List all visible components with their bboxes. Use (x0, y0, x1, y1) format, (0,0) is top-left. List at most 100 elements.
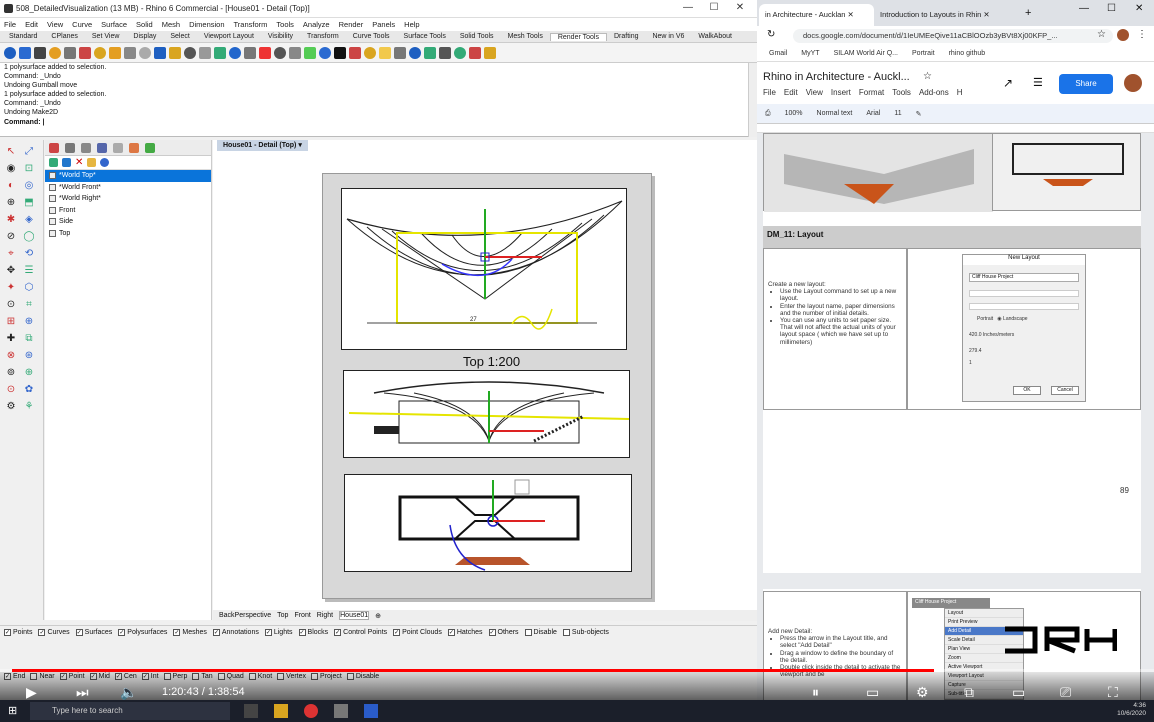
browser-tab-gdoc[interactable]: in Architecture - Aucklan ✕ (759, 4, 874, 26)
miniplayer-icon[interactable]: ⧉ (964, 684, 974, 701)
filter-curves[interactable]: ✓ Curves (38, 628, 70, 636)
command-scrollbar[interactable] (748, 63, 757, 137)
viewport-title-tab[interactable]: House01 - Detail (Top) ▾ (217, 140, 308, 151)
named-view-item[interactable]: Side (45, 216, 211, 228)
tab-set-view[interactable]: Set View (85, 33, 127, 40)
render-tool-icon[interactable] (94, 46, 106, 59)
star-icon[interactable]: ☆ (1097, 29, 1106, 40)
render-tool-icon[interactable] (319, 46, 331, 59)
help-tab-icon[interactable] (113, 142, 123, 153)
menu-icon[interactable]: ⋮ (1137, 29, 1147, 40)
tool-icon[interactable]: ⌗ (22, 299, 36, 311)
command-prompt[interactable]: Command: | (0, 118, 757, 127)
minimize-icon[interactable]: — (678, 2, 698, 16)
named-views-tab-icon[interactable] (97, 142, 107, 153)
checkbox[interactable]: ✓ (264, 628, 272, 636)
size-select[interactable]: 11 (894, 110, 901, 117)
gdoc-menu-item[interactable]: File (763, 88, 776, 97)
render-tool-icon[interactable] (469, 46, 481, 59)
gdoc-menu-item[interactable]: Tools (892, 88, 911, 97)
trend-icon[interactable]: ↗ (1003, 76, 1013, 90)
bookmark-item[interactable]: MyYT (801, 50, 819, 57)
render-tool-icon[interactable] (64, 46, 76, 59)
filter-hatches[interactable]: ✓ Hatches (447, 628, 483, 636)
gdoc-menu-item[interactable]: Edit (784, 88, 798, 97)
menu-item-solid[interactable]: Solid (136, 20, 153, 29)
detail-front-view[interactable] (343, 370, 630, 458)
menu-item-edit[interactable]: Edit (25, 20, 38, 29)
layers-tab-icon[interactable] (49, 142, 59, 153)
tab-visibility[interactable]: Visibility (261, 33, 300, 40)
materials-tab-icon[interactable] (129, 142, 139, 153)
filter-surfaces[interactable]: ✓ Surfaces (75, 628, 112, 636)
menu-item-tools[interactable]: Tools (276, 20, 294, 29)
print-icon[interactable]: ⎙ (765, 110, 771, 118)
render-tool-icon[interactable] (244, 46, 256, 59)
tab-walkabout[interactable]: WalkAbout (691, 33, 739, 40)
render-tool-icon[interactable] (34, 46, 46, 59)
gdoc-menu-item[interactable]: Insert (831, 88, 851, 97)
render-tool-icon[interactable] (49, 46, 61, 59)
task-view-icon[interactable] (244, 704, 258, 718)
tool-icon[interactable]: ⊘ (4, 231, 18, 243)
render-tool-icon[interactable] (364, 46, 376, 59)
checkbox[interactable]: ✓ (4, 628, 11, 636)
chrome-icon[interactable] (304, 704, 318, 718)
reload-icon[interactable]: ↻ (767, 29, 775, 40)
tab-viewport-layout[interactable]: Viewport Layout (197, 33, 261, 40)
tool-icon[interactable]: ✚ (4, 333, 18, 345)
render-tool-icon[interactable] (484, 46, 496, 59)
tool-icon[interactable]: ⊚ (4, 367, 18, 379)
render-tool-icon[interactable] (334, 46, 346, 59)
properties-tab-icon[interactable] (65, 142, 75, 153)
checkbox[interactable]: ✓ (118, 628, 126, 636)
tool-icon[interactable]: ⊙ (4, 299, 18, 311)
minimize-icon[interactable]: — (1079, 3, 1089, 14)
volume-icon[interactable]: 🔈 (120, 684, 137, 701)
tool-icon[interactable]: ⚘ (22, 401, 36, 413)
menu-item-curve[interactable]: Curve (72, 20, 92, 29)
bookmark-item[interactable]: Portrait (912, 50, 935, 57)
bookmark-item[interactable]: rhino github (949, 50, 986, 57)
close-icon[interactable]: ✕ (1135, 3, 1143, 14)
tool-icon[interactable]: ✿ (22, 384, 36, 396)
named-view-item[interactable]: Top (45, 228, 211, 240)
tool-icon[interactable]: ⊞ (4, 316, 18, 328)
checkbox[interactable] (562, 628, 570, 636)
tool-icon[interactable]: ◈ (22, 214, 36, 226)
url-field[interactable]: docs.google.com/document/d/1IeUMEeQive11… (793, 29, 1113, 43)
detail-right-view[interactable] (344, 474, 632, 572)
comment-icon[interactable]: ☰ (1033, 76, 1043, 89)
tab-new-in-v6[interactable]: New in V6 (645, 33, 691, 40)
subtitles-icon[interactable]: ▭ (866, 684, 879, 701)
named-view-item[interactable]: *World Right* (45, 193, 211, 205)
checkbox[interactable]: ✓ (75, 628, 83, 636)
layout-viewport[interactable]: House01 - Detail (Top) ▾ 27 Top 1:200 Ba… (213, 140, 757, 621)
render-tool-icon[interactable] (79, 46, 91, 59)
profile-avatar[interactable] (1117, 29, 1129, 41)
doc-title[interactable]: Rhino in Architecture - Auckl... (763, 71, 910, 83)
gdoc-menu-item[interactable]: Add-ons (919, 88, 949, 97)
render-tool-icon[interactable] (454, 46, 466, 59)
new-view-icon[interactable] (49, 158, 58, 167)
render-tool-icon[interactable] (109, 46, 121, 59)
render-tool-icon[interactable] (184, 46, 196, 59)
share-button[interactable]: Share (1059, 74, 1113, 94)
display-tab-icon[interactable] (81, 142, 91, 153)
tool-icon[interactable]: ⊗ (4, 350, 18, 362)
filter-sub-objects[interactable]: Sub-objects (562, 628, 609, 636)
render-tool-icon[interactable] (289, 46, 301, 59)
fullscreen-icon[interactable]: ⛶ (1108, 684, 1118, 701)
taskbar-search[interactable]: Type here to search (30, 702, 230, 720)
tab-drafting[interactable]: Drafting (607, 33, 646, 40)
tab-render-tools[interactable]: Render Tools (549, 32, 607, 41)
tab-curve-tools[interactable]: Curve Tools (346, 33, 397, 40)
render-tool-icon[interactable] (379, 46, 391, 59)
file-explorer-icon[interactable] (274, 704, 288, 718)
checkbox[interactable]: ✓ (334, 628, 342, 636)
tab-mesh-tools[interactable]: Mesh Tools (501, 33, 550, 40)
menu-item-help[interactable]: Help (404, 20, 419, 29)
settings-icon[interactable]: ⚙ (916, 684, 929, 701)
add-layout-icon[interactable]: ⊕ (375, 612, 381, 620)
render-tool-icon[interactable] (349, 46, 361, 59)
